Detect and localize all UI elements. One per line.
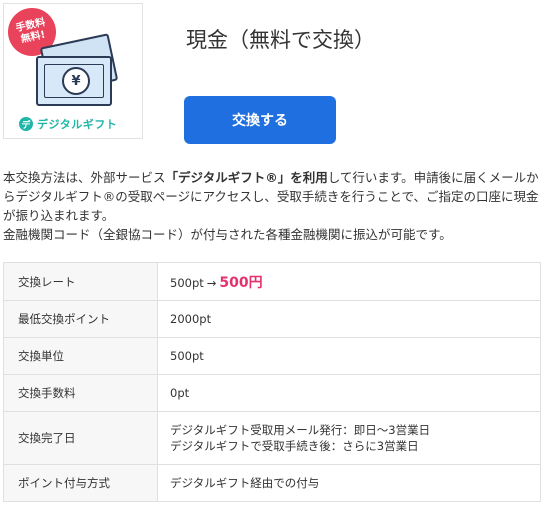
digital-gift-mark-icon: デ — [19, 117, 33, 131]
description-part1: 本交換方法は、外部サービス — [3, 170, 166, 185]
completion-value: デジタルギフト受取用メール発行：即日〜3営業日 デジタルギフトで受取手続き後：さ… — [157, 411, 541, 465]
digital-gift-brand-name: デジタルギフト — [37, 118, 118, 131]
exchange-info-table: 交換レート 500pt → 500円 最低交換ポイント 2000pt 交換単位 50… — [3, 262, 541, 502]
unit-label: 交換単位 — [3, 337, 158, 375]
table-row-min: 最低交換ポイント 2000pt — [3, 300, 541, 338]
digital-gift-logo: デ デジタルギフト — [19, 116, 117, 132]
exchange-button[interactable]: 交換する — [184, 96, 336, 144]
completion-line2: デジタルギフトで受取手続き後：さらに3営業日 — [170, 439, 419, 453]
fee-value: 0pt — [157, 374, 541, 412]
page: 手数料 無料! ¥ デ デジタルギフト 現金（無料で交換） 交換する 本交換方法… — [0, 0, 544, 505]
completion-label: 交換完了日 — [3, 411, 158, 465]
min-value: 2000pt — [157, 300, 541, 338]
rate-label: 交換レート — [3, 262, 158, 301]
rate-from: 500pt — [170, 275, 204, 290]
completion-line1: デジタルギフト受取用メール発行：即日〜3営業日 — [170, 423, 431, 437]
rate-value: 500pt → 500円 — [157, 262, 541, 301]
description-bold: 「デジタルギフト®」を利用 — [165, 170, 328, 185]
rate-to: 500円 — [219, 274, 263, 291]
yen-icon: ¥ — [62, 67, 90, 95]
table-row-completion: 交換完了日 デジタルギフト受取用メール発行：即日〜3営業日 デジタルギフトで受取… — [3, 411, 541, 465]
table-row-rate: 交換レート 500pt → 500円 — [3, 262, 541, 301]
description: 本交換方法は、外部サービス「デジタルギフト®」を利用して行います。申請後に届くメ… — [3, 168, 541, 244]
min-label: 最低交換ポイント — [3, 300, 158, 338]
table-row-grant: ポイント付与方式 デジタルギフト経由での付与 — [3, 464, 541, 502]
grant-value: デジタルギフト経由での付与 — [157, 464, 541, 502]
grant-label: ポイント付与方式 — [3, 464, 158, 502]
arrow-right-icon: → — [206, 275, 217, 290]
description-line2: 金融機関コード（全銀協コード）が付与された各種金融機関に振込が可能です。 — [3, 227, 452, 242]
table-row-unit: 交換単位 500pt — [3, 337, 541, 375]
unit-value: 500pt — [157, 337, 541, 375]
page-title: 現金（無料で交換） — [186, 28, 375, 52]
table-row-fee: 交換手数料 0pt — [3, 374, 541, 412]
fee-label: 交換手数料 — [3, 374, 158, 412]
banknote-icon: ¥ — [36, 56, 112, 106]
digital-gift-logo-card: 手数料 無料! ¥ デ デジタルギフト — [3, 3, 143, 139]
